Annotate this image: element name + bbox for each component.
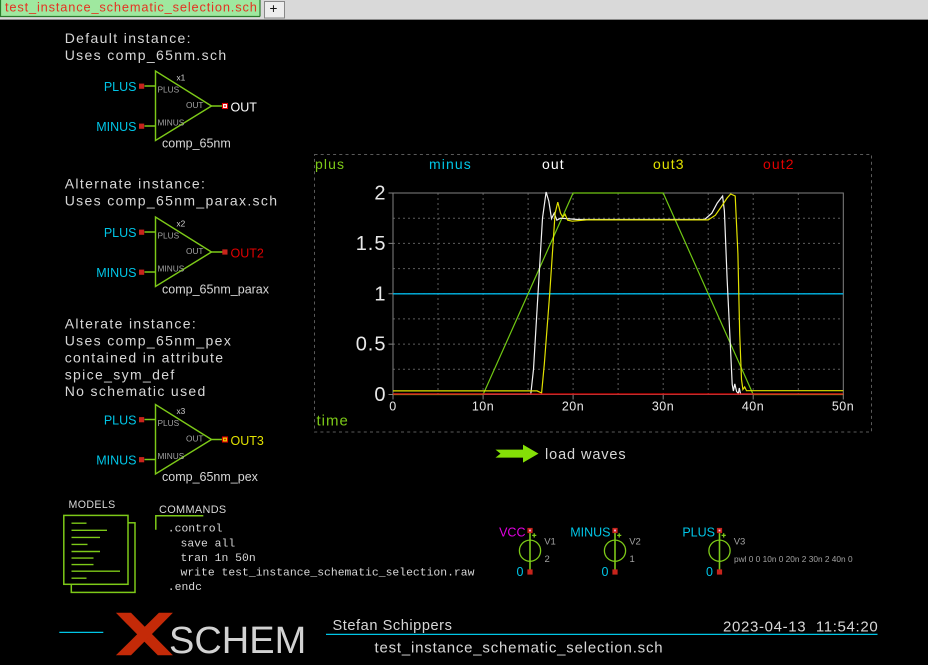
svg-text:Stefan Schippers: Stefan Schippers [333, 618, 453, 634]
svg-text:V2: V2 [629, 537, 641, 548]
svg-text:1: 1 [374, 283, 386, 305]
svg-text:MINUS: MINUS [96, 120, 136, 134]
svg-text:0: 0 [706, 565, 713, 579]
svg-text:MINUS: MINUS [96, 454, 136, 468]
svg-text:out3: out3 [653, 156, 685, 172]
svg-text:MINUS: MINUS [158, 451, 185, 461]
svg-text:time: time [317, 412, 349, 429]
svg-text:2: 2 [374, 183, 386, 205]
svg-text:0: 0 [389, 400, 396, 414]
svg-text:comp_65nm: comp_65nm [162, 137, 231, 151]
svg-text:PLUS: PLUS [158, 418, 180, 428]
svg-text:10n: 10n [472, 400, 494, 414]
svg-text:OUT: OUT [186, 433, 204, 443]
svg-text:No schematic used: No schematic used [65, 383, 207, 399]
svg-text:PLUS: PLUS [158, 231, 180, 241]
svg-text:MINUS: MINUS [158, 264, 185, 274]
svg-text:Uses comp_65nm.sch: Uses comp_65nm.sch [65, 47, 228, 63]
svg-text:out: out [542, 156, 565, 172]
svg-text:50n: 50n [832, 400, 854, 414]
svg-text:tran 1n 50n: tran 1n 50n [181, 553, 256, 565]
svg-text:+: + [270, 1, 278, 16]
svg-text:comp_65nm_parax: comp_65nm_parax [162, 283, 270, 297]
svg-text:contained in attribute: contained in attribute [65, 349, 225, 365]
svg-text:Uses comp_65nm_pex: Uses comp_65nm_pex [65, 333, 233, 349]
svg-text:V1: V1 [544, 537, 556, 548]
svg-text:OUT2: OUT2 [231, 247, 264, 261]
svg-text:Uses comp_65nm_parax.sch: Uses comp_65nm_parax.sch [65, 193, 279, 209]
svg-text:0: 0 [517, 565, 524, 579]
svg-text:MINUS: MINUS [158, 118, 185, 128]
svg-text:OUT: OUT [186, 246, 204, 256]
svg-text:x3: x3 [177, 406, 186, 416]
svg-text:minus: minus [429, 156, 472, 172]
svg-text:0: 0 [374, 384, 386, 406]
svg-text:spice_sym_def: spice_sym_def [65, 366, 176, 382]
svg-text:write test_instance_schematic_: write test_instance_schematic_selection.… [181, 568, 475, 580]
svg-text:Default instance:: Default instance: [65, 30, 192, 46]
svg-text:0.5: 0.5 [356, 334, 387, 356]
svg-text:2023-04-13 11:54:20: 2023-04-13 11:54:20 [723, 619, 878, 636]
svg-text:40n: 40n [742, 400, 764, 414]
svg-text:Alternate instance:: Alternate instance: [65, 176, 207, 192]
svg-text:30n: 30n [652, 400, 674, 414]
svg-text:MINUS: MINUS [570, 526, 610, 540]
svg-text:OUT: OUT [186, 100, 204, 110]
svg-text:comp_65nm_pex: comp_65nm_pex [162, 470, 259, 484]
svg-text:pwl 0 0 10n 0 20n 2 30n 2 40n: pwl 0 0 10n 0 20n 2 30n 2 40n 0 [734, 554, 853, 564]
svg-text:PLUS: PLUS [104, 226, 137, 240]
svg-text:1.5: 1.5 [356, 233, 387, 255]
svg-text:2: 2 [545, 554, 550, 565]
svg-text:V3: V3 [734, 537, 746, 548]
svg-text:1: 1 [630, 554, 635, 565]
svg-text:COMMANDS: COMMANDS [159, 504, 227, 516]
svg-text:save all: save all [181, 538, 236, 550]
svg-text:MINUS: MINUS [96, 266, 136, 280]
svg-text:SCHEM: SCHEM [169, 620, 306, 662]
svg-text:test_instance_schematic_select: test_instance_schematic_selection.sch [375, 640, 664, 657]
svg-text:.endc: .endc [168, 582, 202, 594]
svg-text:PLUS: PLUS [104, 414, 137, 428]
svg-text:VCC: VCC [499, 526, 525, 540]
svg-text:MODELS: MODELS [69, 499, 116, 511]
svg-text:.control: .control [168, 524, 223, 536]
svg-text:PLUS: PLUS [104, 80, 137, 94]
svg-text:out2: out2 [763, 156, 795, 172]
svg-text:PLUS: PLUS [158, 85, 180, 95]
svg-text:x2: x2 [177, 219, 186, 229]
svg-text:PLUS: PLUS [682, 526, 715, 540]
svg-text:Alterate instance:: Alterate instance: [65, 316, 197, 332]
svg-text:20n: 20n [562, 400, 584, 414]
svg-text:load waves: load waves [545, 447, 627, 463]
svg-text:x1: x1 [177, 73, 186, 83]
svg-text:plus: plus [315, 156, 345, 172]
svg-text:test_instance_schematic_select: test_instance_schematic_selection.sch [5, 0, 258, 15]
svg-text:OUT: OUT [231, 101, 258, 115]
svg-text:OUT3: OUT3 [231, 434, 264, 448]
svg-text:0: 0 [602, 565, 609, 579]
